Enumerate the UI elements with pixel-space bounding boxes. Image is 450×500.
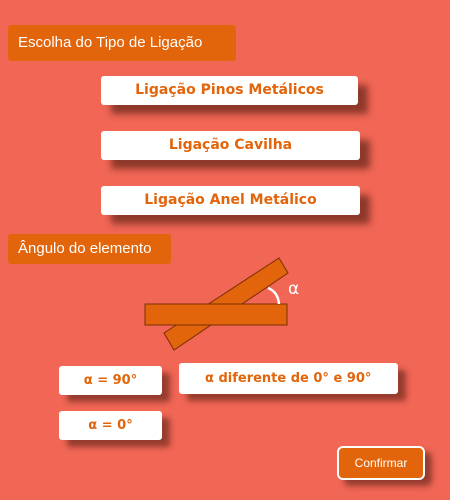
angle-90-button[interactable]: α = 90° <box>59 366 162 395</box>
angle-symbol: α <box>288 279 300 299</box>
horizontal-member <box>144 303 288 326</box>
element-angle-heading: Ângulo do elemento <box>8 234 171 264</box>
inclined-member <box>163 257 289 351</box>
dowel-connection-button[interactable]: Ligação Cavilha <box>101 131 360 160</box>
metal-pins-connection-button[interactable]: Ligação Pinos Metálicos <box>101 76 358 105</box>
metal-ring-connection-button[interactable]: Ligação Anel Metálico <box>101 186 360 215</box>
angle-0-button[interactable]: α = 0° <box>59 411 162 440</box>
connection-type-heading: Escolha do Tipo de Ligação <box>8 25 236 61</box>
confirm-button[interactable]: Confirmar <box>337 446 425 480</box>
angle-other-button[interactable]: α diferente de 0° e 90° <box>179 363 398 394</box>
angle-arc-icon <box>267 286 281 305</box>
